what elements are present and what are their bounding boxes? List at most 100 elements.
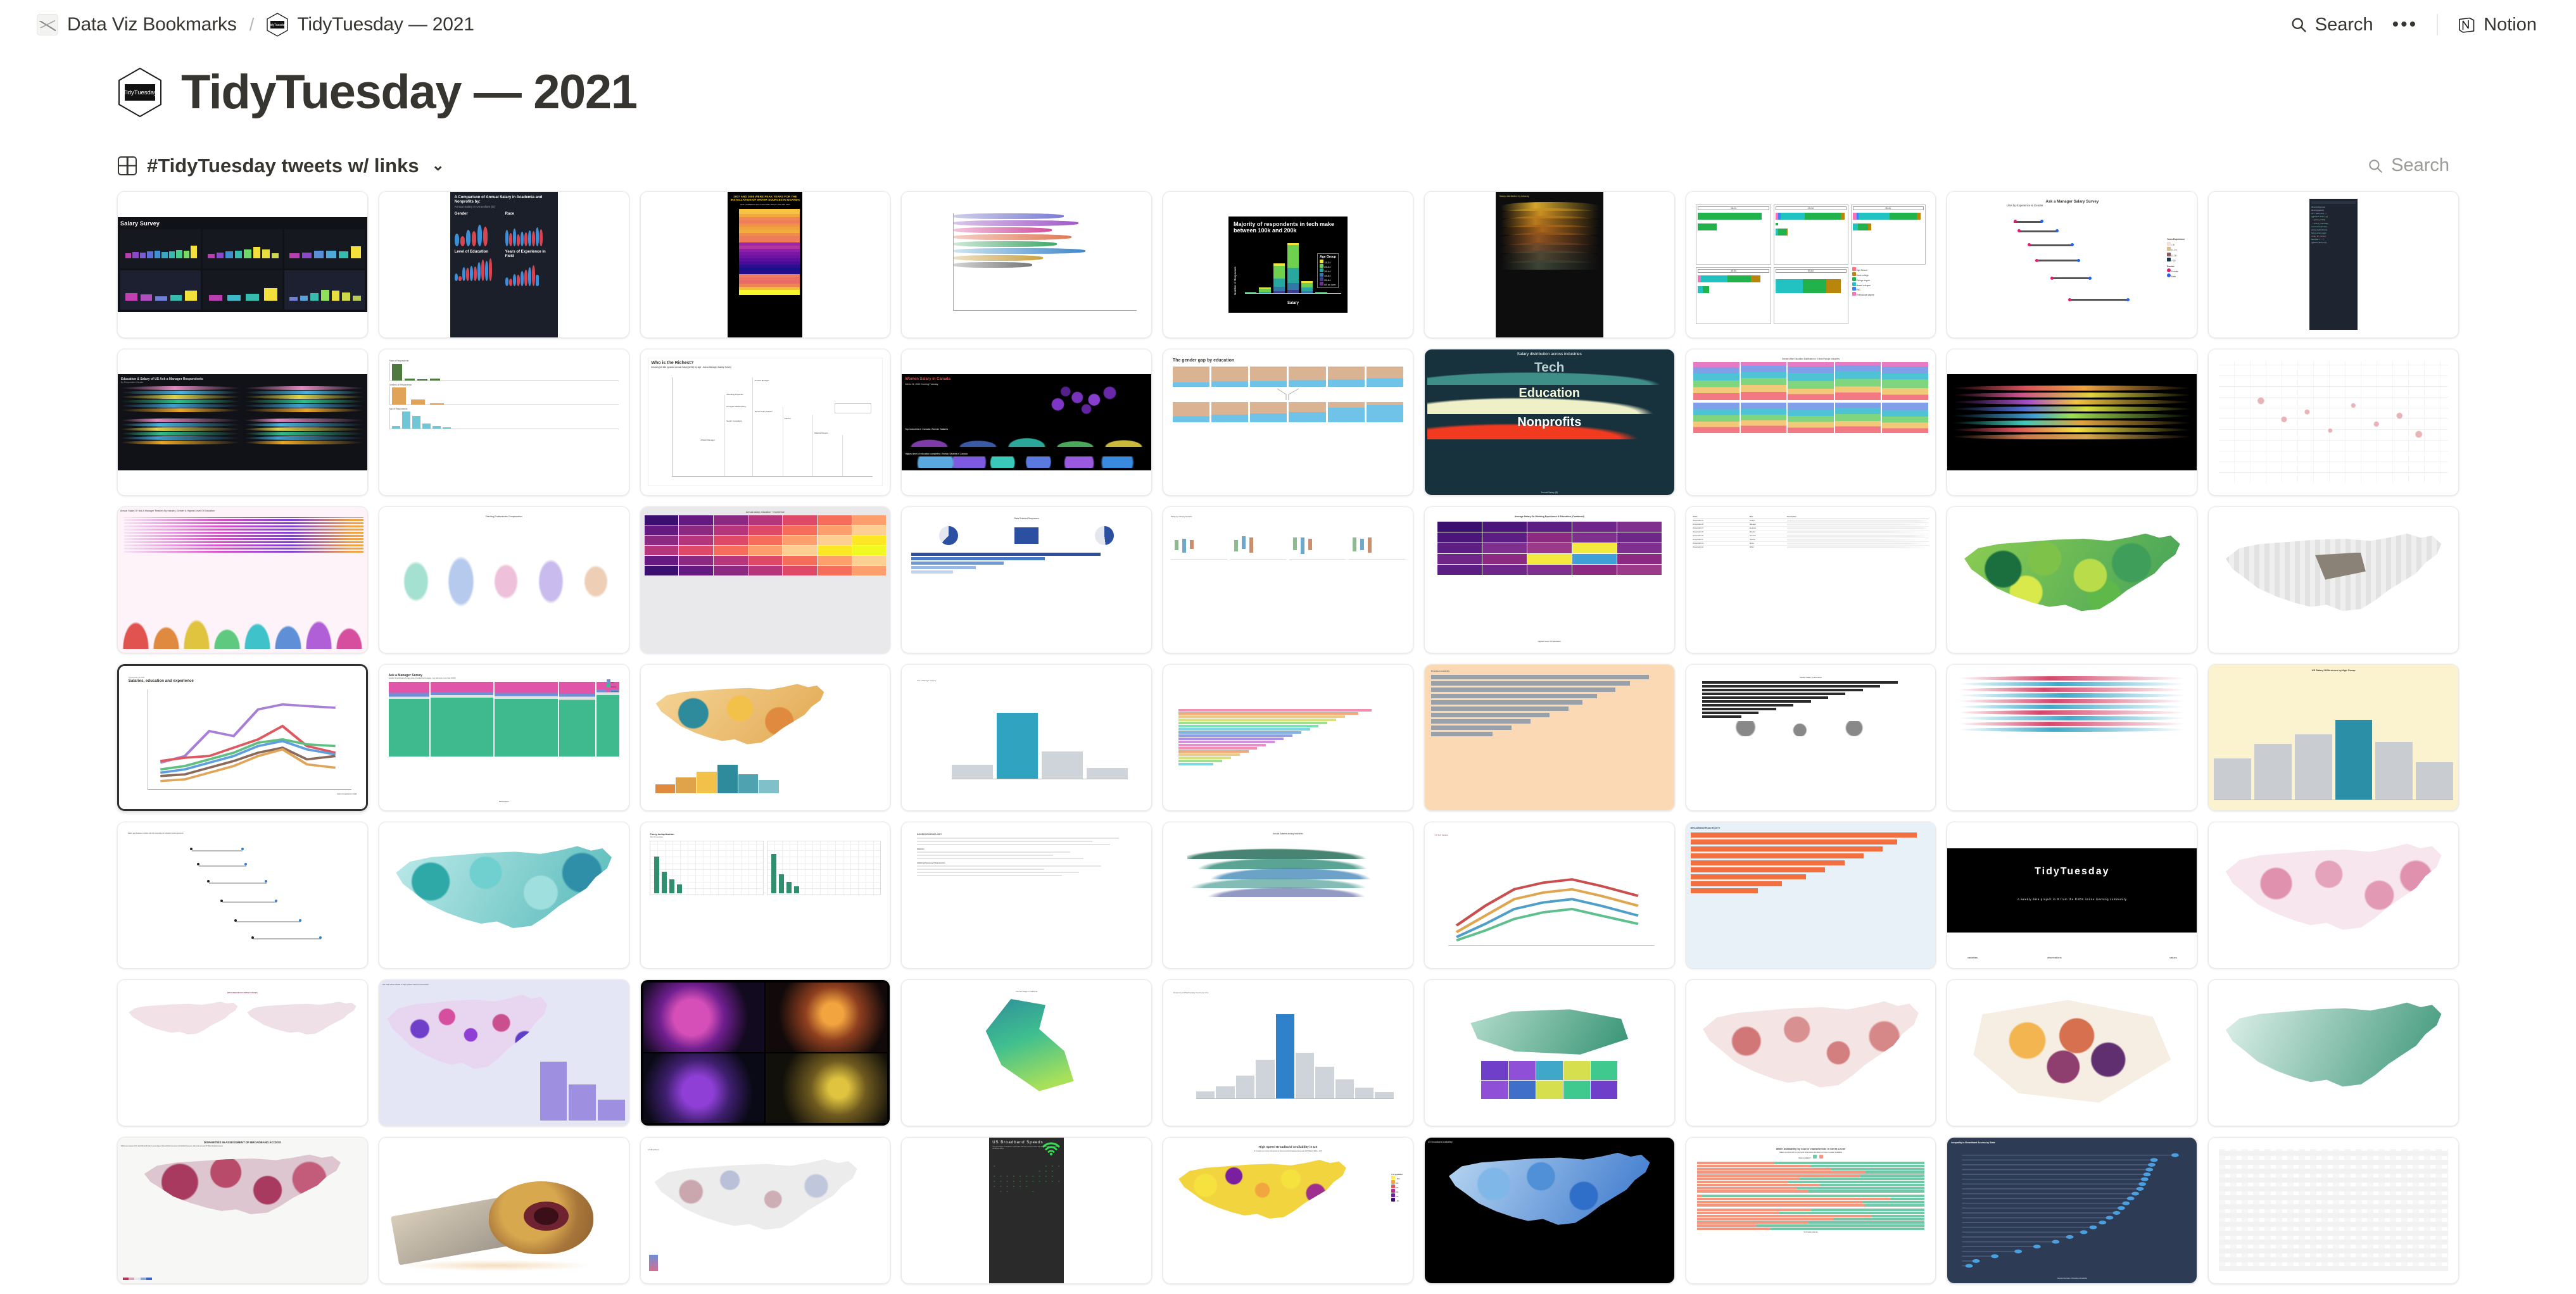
- gallery-card[interactable]: Ask a Manager Salary Survey USA by Exper…: [1947, 191, 2198, 338]
- gallery-card[interactable]: Ask a Manager Survey Gender of participa…: [378, 663, 629, 811]
- gallery-card[interactable]: [2208, 348, 2459, 496]
- card-thumbnail: BROADBAND IN UNITED STATES: [118, 979, 367, 1126]
- gallery-card[interactable]: [1163, 663, 1413, 811]
- database-view-title[interactable]: #TidyTuesday tweets w/ links ⌄: [118, 154, 445, 177]
- axis-y-label: Number of Responses: [1233, 266, 1237, 295]
- top-navigation-bar: Data Viz Bookmarks / TidyTuesday TidyTue…: [0, 0, 2576, 49]
- gallery-card[interactable]: Who is the Richest? Industry job title p…: [640, 348, 891, 496]
- us-map: [2219, 527, 2448, 632]
- card-thumbnail: Fuzzy deduplication Top 10 countries: [640, 822, 890, 968]
- gallery-card[interactable]: Annual Salaries among Industries: [1163, 821, 1413, 969]
- gallery-card[interactable]: Frequency of #TidyTuesday tweets over ti…: [1163, 979, 1413, 1126]
- database-search-button[interactable]: Search: [2367, 155, 2449, 176]
- gallery-card[interactable]: US rural-urban divide in high speed inte…: [378, 979, 629, 1126]
- gallery-card[interactable]: Fuzzy deduplication Top 10 countries: [640, 821, 891, 969]
- tidytuesday-hex-logo-icon: TidyTuesday: [267, 13, 289, 37]
- chevron-down-icon[interactable]: ⌄: [432, 156, 445, 175]
- gallery-card[interactable]: Annual Salary Of 'Ask A Manager' Readers…: [117, 506, 368, 653]
- gallery-card[interactable]: Women Salary in Canada Week 21, 2021 Com…: [901, 348, 1152, 496]
- breadcrumb-item-tidytuesday-2021[interactable]: TidyTuesday TidyTuesday — 2021: [267, 13, 474, 37]
- axis-x-label: Salary: [1287, 301, 1299, 305]
- gallery-card[interactable]: Majority of respondents in tech make bet…: [1163, 191, 1413, 338]
- breadcrumb-label: Data Viz Bookmarks: [67, 14, 237, 35]
- gallery-card[interactable]: US Broadband Availability: [1424, 1136, 1675, 1284]
- gallery-card[interactable]: Average Salary On Working Experience & E…: [1424, 506, 1675, 653]
- gallery-card[interactable]: [2208, 506, 2459, 653]
- breadcrumb-item-data-viz-bookmarks[interactable]: Data Viz Bookmarks: [37, 14, 237, 35]
- gallery-card[interactable]: Internet Usage in California: [901, 979, 1152, 1126]
- gallery-card[interactable]: Data Scientist Responses: [901, 506, 1152, 653]
- card-thumbnail: [1163, 664, 1413, 810]
- gallery-card[interactable]: Ask a Manager Survey: [901, 663, 1152, 811]
- gallery-card[interactable]: 2007 AND 2008 WERE PEAK YEARS FOR THE IN…: [640, 191, 891, 338]
- gallery-card[interactable]: [1685, 979, 1936, 1126]
- gallery-card[interactable]: BROADBAND IN UNITED STATES: [117, 979, 368, 1126]
- gallery-card[interactable]: [1947, 348, 2198, 496]
- gallery-card[interactable]: DOGEDOGCASHFLOW? Statistics Additional S…: [901, 821, 1152, 969]
- us-map: [1957, 527, 2187, 632]
- card-thumbnail: Average Salary On Working Experience & E…: [1424, 506, 1674, 653]
- card-thumbnail: Broadband availability: [1424, 664, 1674, 810]
- gallery-card[interactable]: 18-24 25-34 35-44 45-54 55-64 High Schoo…: [1685, 191, 1936, 338]
- gallery-card[interactable]: Salary Survey: [117, 191, 368, 338]
- gallery-card[interactable]: Median Salary by Education: [1685, 663, 1936, 811]
- us-map: [2219, 837, 2448, 953]
- line-chart-favicon-icon: [37, 14, 58, 35]
- gallery-card[interactable]: High Speed Broadband Availability in US …: [1163, 1136, 1413, 1284]
- gallery-card[interactable]: Salary distribution across industries Te…: [1424, 348, 1675, 496]
- gallery-card[interactable]: [378, 821, 629, 969]
- thumb-title: A Comparison of Annual Salary in Academi…: [454, 195, 543, 204]
- gallery-card[interactable]: Salary by industry boxplots: [1163, 506, 1413, 653]
- notion-app-button[interactable]: Notion: [2457, 15, 2537, 35]
- gallery-card[interactable]: [901, 191, 1152, 338]
- gallery-card-selected[interactable]: Tidytuesday 21/2021 Salaries, education …: [117, 663, 368, 811]
- card-thumbnail: Annual Salaries among Industries: [1163, 822, 1413, 968]
- gallery-card[interactable]: [1947, 979, 2198, 1126]
- axis-x-label: Standard Deviation of Broadband Availabi…: [2057, 1277, 2087, 1279]
- gallery-card[interactable]: [2208, 979, 2459, 1126]
- gallery-card[interactable]: Gender-Wise Education Distribution in 5 …: [1685, 348, 1936, 496]
- gallery-card[interactable]: [2208, 1136, 2459, 1284]
- gallery-card[interactable]: Inequality in Broadband Access by State: [1947, 1136, 2198, 1284]
- page-tidytuesday-hex-logo-icon[interactable]: TidyTuesday: [118, 67, 162, 118]
- gallery-card[interactable]: BROADBAND/ROAD EQUITY: [1685, 821, 1936, 969]
- gallery-card[interactable]: Annual salary, education + experience: [640, 506, 891, 653]
- thumb-title: Frequency of #TidyTuesday tweets over ti…: [1173, 991, 1209, 994]
- gallery-card[interactable]: library(tidyverse) library(ggplot2) df <-…: [2208, 191, 2459, 338]
- more-options-button[interactable]: •••: [2392, 14, 2418, 35]
- gallery-card[interactable]: US Salary Differences by Age Group: [2208, 663, 2459, 811]
- search-button[interactable]: Search: [2290, 15, 2373, 35]
- gallery-card[interactable]: A Comparison of Annual Salary in Academi…: [378, 191, 629, 338]
- gallery-card[interactable]: US Broadband Speeds The percentage of re…: [901, 1136, 1152, 1284]
- gallery-card[interactable]: Teaching Professionals Compensation: [378, 506, 629, 653]
- gallery-card[interactable]: Race of Respondents Genders of Responden…: [378, 348, 629, 496]
- gallery-card[interactable]: DISPARITIES IN ASSESSMENT OF BROADBAND A…: [117, 1136, 368, 1284]
- card-thumbnail: Tidytuesday 21/2021 Salaries, education …: [119, 665, 366, 809]
- gallery-card[interactable]: [1424, 979, 1675, 1126]
- legend-title: Water available?: [1798, 1157, 1811, 1160]
- gallery-card[interactable]: [1947, 506, 2198, 653]
- card-thumbnail: High Speed Broadband Availability in US …: [1163, 1137, 1413, 1283]
- gallery-card[interactable]: Salary distribution by industry: [1424, 191, 1675, 338]
- gallery-card[interactable]: [2208, 821, 2459, 969]
- gallery-card[interactable]: US Tech Salaries: [1424, 821, 1675, 969]
- gallery-card[interactable]: [1947, 663, 2198, 811]
- card-thumbnail: DISPARITIES IN ASSESSMENT OF BROADBAND A…: [118, 1137, 367, 1283]
- gallery-card[interactable]: [640, 663, 891, 811]
- gallery-card[interactable]: The gender gap by education: [1163, 348, 1413, 496]
- gallery-card[interactable]: Name Role Description Respondent A Analyst …: [1685, 506, 1936, 653]
- thumb-subtitle: Industry job title pyramid annual Salary…: [651, 366, 731, 369]
- thumb-title: US Tech Salaries: [1434, 834, 1449, 836]
- gallery-card[interactable]: Education & Salary of US Ask a Manager R…: [117, 348, 368, 496]
- gallery-card[interactable]: Water availability by source characteris…: [1685, 1136, 1936, 1284]
- thumb-subtitle: USA by Experience & Gender: [2006, 204, 2043, 208]
- gallery-card[interactable]: [378, 1136, 629, 1284]
- gallery-card[interactable]: [640, 979, 891, 1126]
- card-thumbnail: [2209, 506, 2458, 653]
- card-thumbnail: [2209, 349, 2458, 495]
- gallery-card[interactable]: Salary gap between median and risk respe…: [117, 821, 368, 969]
- card-thumbnail: [2209, 822, 2458, 968]
- gallery-card[interactable]: Broadband availability: [1424, 663, 1675, 811]
- gallery-card[interactable]: TidyTuesday A weekly data project in R f…: [1947, 821, 2198, 969]
- gallery-card[interactable]: US Broadband: [640, 1136, 891, 1284]
